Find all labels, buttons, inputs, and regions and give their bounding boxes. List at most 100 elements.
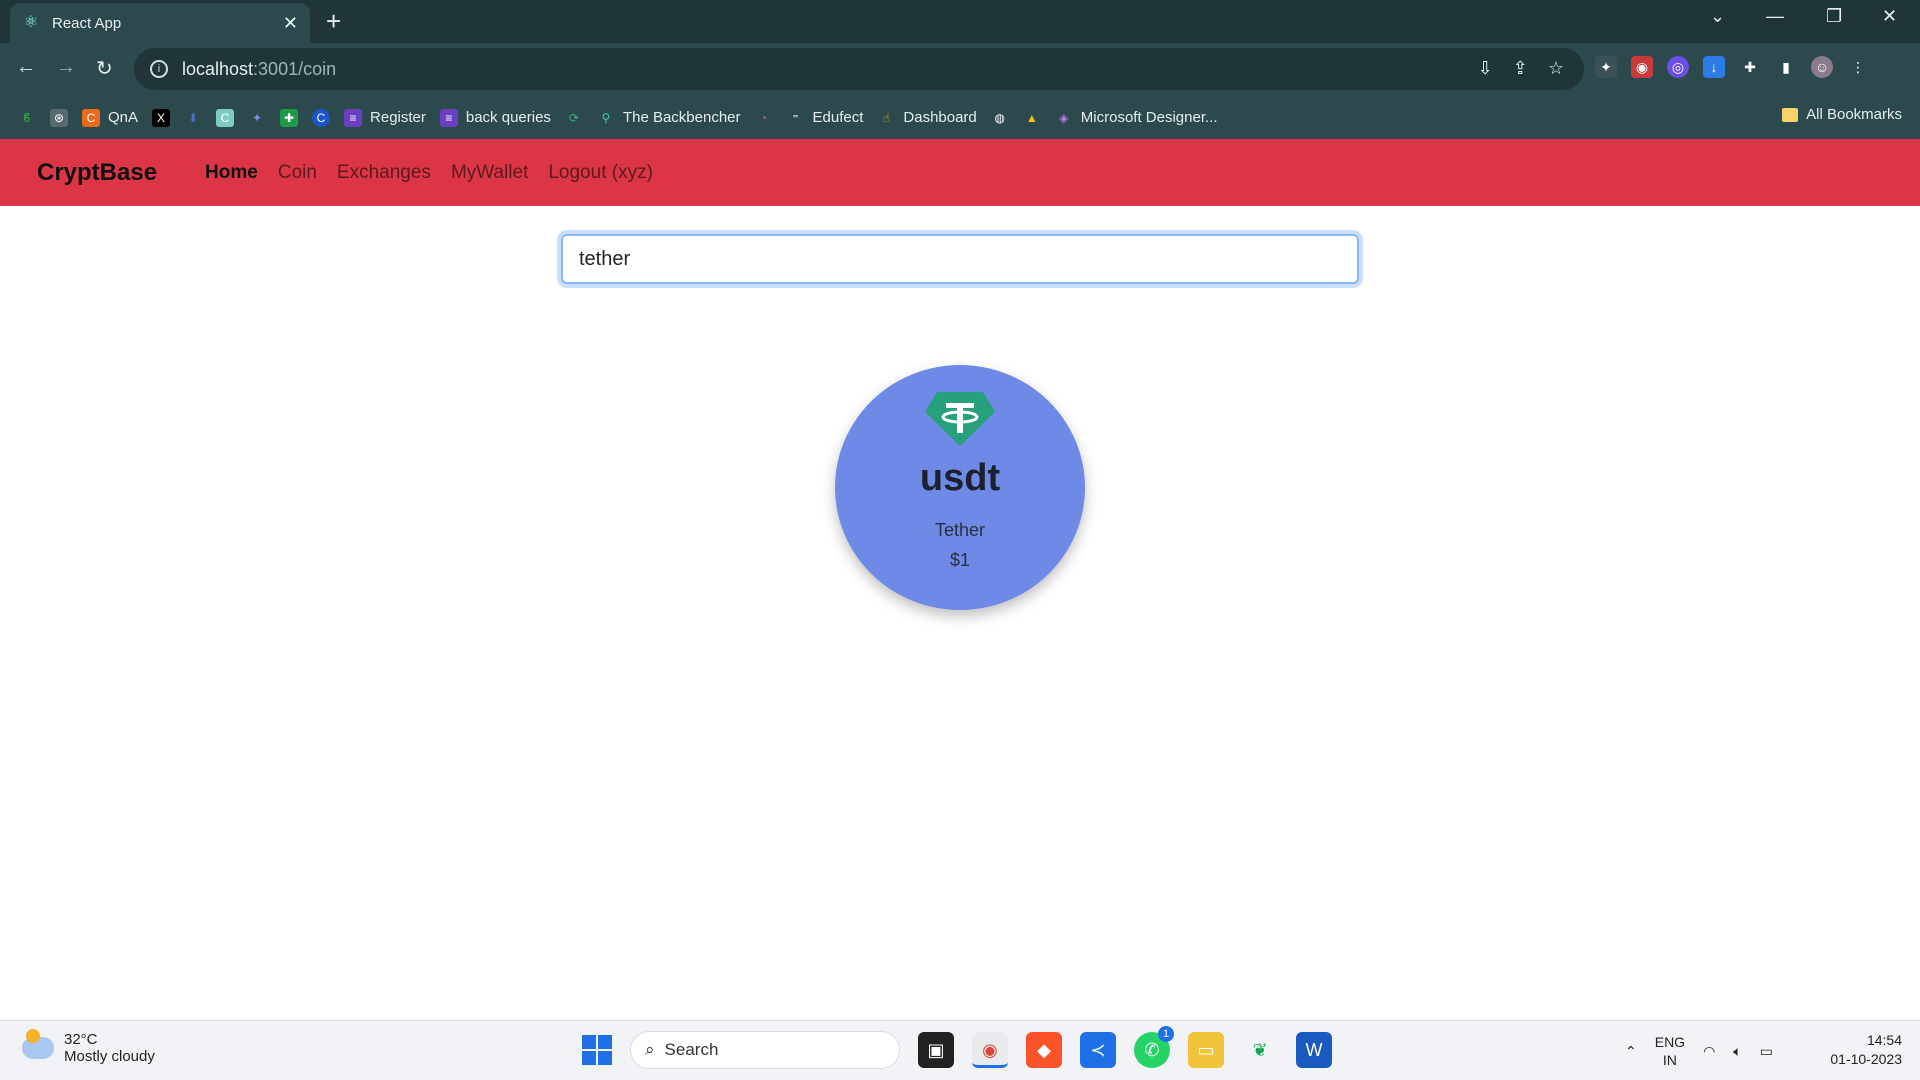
clock[interactable]: 14:54 01-10-2023 (1830, 1031, 1902, 1069)
bookmark-9[interactable]: C (312, 108, 331, 127)
volume-icon[interactable]: 🔈︎ (1733, 1043, 1741, 1060)
sheets-icon: ✚ (280, 108, 299, 127)
mongodb-icon[interactable]: ❦ (1242, 1032, 1278, 1068)
menu-kebab-icon[interactable]: ⋮ (1847, 56, 1869, 78)
profile-avatar[interactable]: ☺ (1811, 56, 1833, 78)
bookmark-6[interactable]: C (216, 108, 235, 127)
nav-coin[interactable]: Coin (278, 162, 317, 184)
close-window-icon[interactable]: ✕ (1882, 6, 1897, 27)
arrow-down-icon: ⬇ (187, 110, 199, 125)
bookmark-star-icon[interactable]: ☆ (1548, 58, 1564, 79)
install-app-icon[interactable]: ⇩ (1478, 58, 1493, 79)
bookmark-label: back queries (465, 109, 551, 126)
sparkle-icon: ✦ (251, 110, 263, 125)
bookmark-label: Microsoft Designer... (1080, 109, 1218, 126)
side-panel-icon[interactable]: ▮ (1775, 56, 1797, 78)
whatsapp-icon[interactable]: ✆ 1 (1134, 1026, 1174, 1068)
system-tray: ⌃ ENG IN ◠ 🔈︎ ▭ (1625, 1033, 1773, 1069)
download-extension-icon[interactable]: ↓ (1703, 56, 1725, 78)
bookmark-dashboard[interactable]: ☝ Dashboard (877, 109, 977, 127)
temperature: 32°C (64, 1031, 98, 1048)
nav-logout[interactable]: Logout (xyz) (548, 162, 653, 184)
task-view-icon[interactable]: ▣ (918, 1032, 954, 1068)
tether-logo-icon (925, 392, 995, 446)
bookmark-7[interactable]: ✦ (248, 109, 266, 127)
chrome-icon[interactable]: ◉ (972, 1032, 1008, 1068)
bookmark-2[interactable]: ⊛ (50, 108, 68, 127)
nav-mywallet[interactable]: MyWallet (451, 162, 528, 184)
bookmark-8[interactable]: ✚ (280, 108, 299, 127)
brave-icon[interactable]: ◆ (1026, 1032, 1062, 1068)
extension-red-icon[interactable]: ◉ (1631, 56, 1653, 78)
new-tab-icon[interactable]: + (326, 6, 341, 37)
hand-icon: ☝ (882, 110, 891, 125)
chevron-up-icon[interactable]: ⌃ (1625, 1043, 1637, 1060)
bookmark-label: Edufect (812, 109, 864, 126)
leaf-icon: ϐ (23, 110, 31, 125)
vscode-icon[interactable]: ≺ (1080, 1032, 1116, 1068)
bookmark-backbencher[interactable]: ⚲ The Backbencher (597, 109, 741, 127)
close-tab-icon[interactable]: ✕ (283, 13, 298, 34)
telescope-icon: ⚲ (601, 110, 611, 125)
lang-bottom: IN (1662, 1052, 1677, 1068)
designer-icon: ◈ (1059, 110, 1069, 125)
taskbar-apps: ⌕ Search ▣ ◉ ◆ ≺ ✆ 1 ▭ ❦ W (582, 1026, 1332, 1069)
nav-home[interactable]: Home (205, 162, 258, 184)
windows-start-icon[interactable] (582, 1035, 612, 1065)
list-icon: ≡ (344, 108, 363, 127)
search-icon: ⌕ (645, 1040, 655, 1059)
date: 01-10-2023 (1830, 1051, 1902, 1067)
chatgpt-icon: ⊛ (50, 108, 68, 127)
tab-search-icon[interactable]: ⌄ (1710, 6, 1725, 27)
restore-icon[interactable]: ❐ (1826, 6, 1842, 27)
coin-search-input[interactable] (561, 234, 1359, 284)
site-info-icon[interactable]: i (150, 60, 168, 78)
list-icon: ≡ (439, 108, 458, 127)
url-host: localhost (182, 58, 254, 79)
bookmark-edufect[interactable]: ⁼ Edufect (787, 109, 864, 127)
bookmark-qna[interactable]: C QnA (82, 108, 138, 127)
back-icon[interactable]: ← (16, 56, 36, 79)
taskbar-search-label: Search (664, 1040, 719, 1059)
word-icon[interactable]: W (1296, 1032, 1332, 1068)
bookmark-5[interactable]: ⬇ (184, 109, 202, 127)
globe-icon: ◍ (994, 110, 1006, 125)
file-explorer-icon[interactable]: ▭ (1188, 1032, 1224, 1068)
coin-name: Tether (934, 520, 986, 540)
wifi-icon[interactable]: ◠ (1703, 1043, 1715, 1060)
brand-logo[interactable]: CryptBase (37, 159, 157, 187)
bookmark-12[interactable]: ⟳ (565, 109, 583, 127)
extensions-puzzle-icon[interactable]: ✚ (1739, 56, 1761, 78)
coin-card[interactable]: usdt Tether $1 (835, 365, 1085, 610)
share-icon[interactable]: ⇪ (1513, 58, 1528, 79)
bookmark-register[interactable]: ≡ Register (344, 108, 426, 127)
minimize-icon[interactable]: — (1766, 6, 1784, 27)
bookmark-label: Register (370, 109, 426, 126)
battery-icon[interactable]: ▭ (1760, 1043, 1773, 1060)
bookmark-back-queries[interactable]: ≡ back queries (439, 108, 551, 127)
bookmark-18[interactable]: ▲ (1023, 109, 1041, 127)
bookmark-designer[interactable]: ◈ Microsoft Designer... (1055, 109, 1218, 127)
folder-icon (1782, 107, 1799, 122)
weather-widget[interactable]: 32°C Mostly cloudy (22, 1029, 155, 1065)
bookmark-label: Dashboard (903, 109, 977, 126)
c-orange-icon: C (82, 108, 100, 127)
windows-taskbar: 32°C Mostly cloudy ⌕ Search ▣ ◉ ◆ ≺ ✆ 1 ▭… (0, 1020, 1920, 1080)
bookmark-17[interactable]: ◍ (991, 109, 1009, 127)
language-indicator[interactable]: ENG IN (1655, 1033, 1685, 1069)
extension-purple-icon[interactable]: ◎ (1667, 56, 1689, 78)
extension-puzzle-gray-icon[interactable]: ✦ (1595, 56, 1617, 78)
bookmark-14[interactable]: ◔ (755, 109, 773, 127)
taskbar-search[interactable]: ⌕ Search (630, 1031, 900, 1069)
tab-react-app[interactable]: ⚛ React App ✕ (10, 3, 310, 43)
reload-icon[interactable]: ↻ (96, 56, 113, 81)
nav-exchanges[interactable]: Exchanges (337, 162, 431, 184)
react-icon: ⚛ (23, 14, 39, 31)
tab-title: React App (52, 14, 122, 32)
forward-icon[interactable]: → (56, 56, 76, 79)
all-bookmarks[interactable]: All Bookmarks (1782, 106, 1902, 123)
bookmark-1[interactable]: ϐ (18, 109, 36, 127)
address-bar[interactable]: i localhost:3001/coin ⇩ ⇪ ☆ (134, 48, 1584, 90)
bookmark-x[interactable]: X (152, 108, 171, 127)
app-navbar: CryptBase Home Coin Exchanges MyWallet L… (0, 139, 1920, 206)
